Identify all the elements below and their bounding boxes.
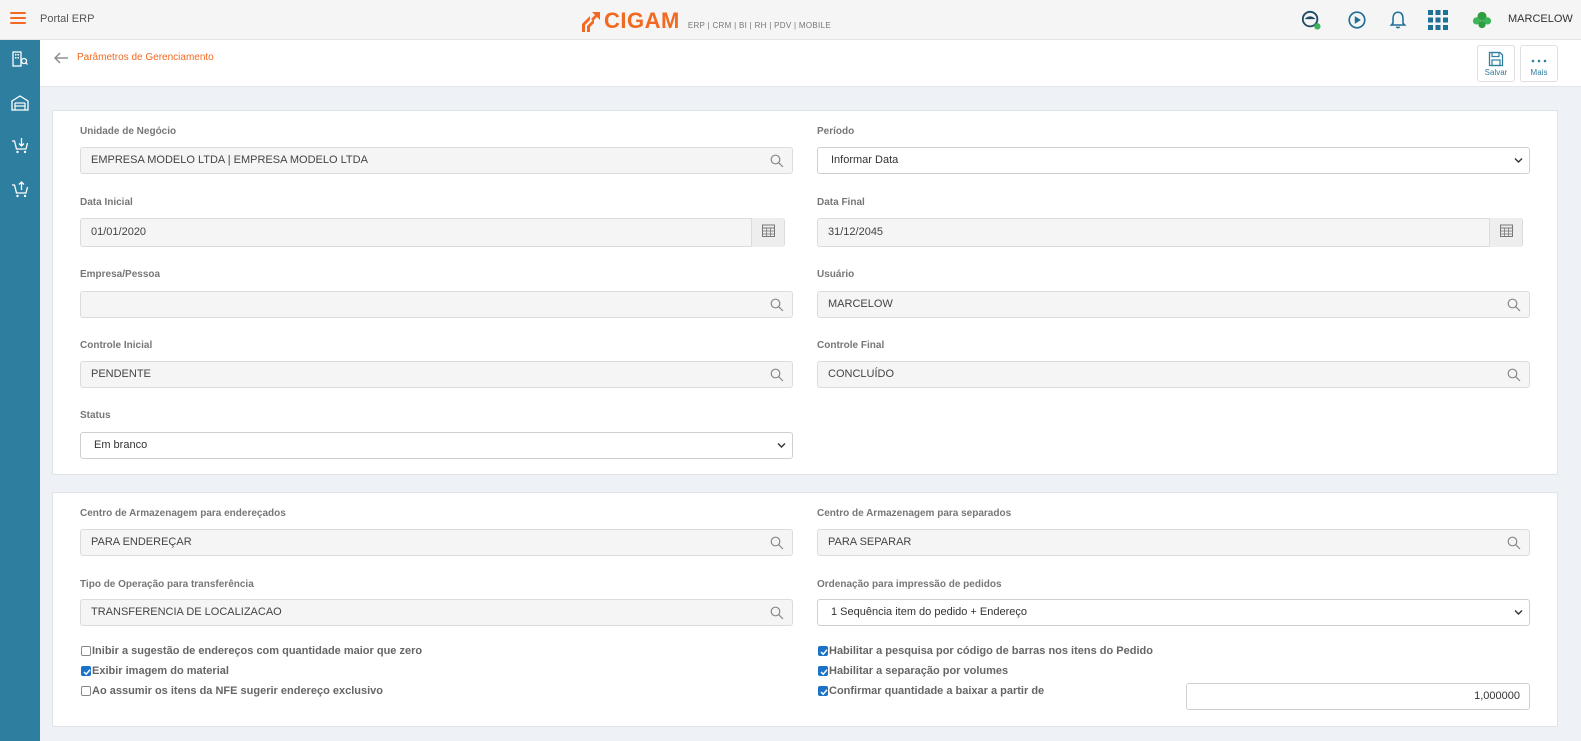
checkbox-checked[interactable] [818, 686, 828, 696]
status-select[interactable]: Em branco [80, 432, 793, 459]
more-button[interactable]: Mais [1520, 45, 1558, 82]
empresa-label: Empresa/Pessoa [80, 269, 161, 280]
data-inicial-label: Data Inicial [80, 197, 133, 208]
usuario-label: Usuário [817, 269, 855, 280]
apps-grid-icon[interactable] [1428, 10, 1448, 30]
controle-inicial-label: Controle Inicial [80, 340, 153, 351]
search-icon[interactable] [770, 154, 784, 168]
search-icon[interactable] [1507, 298, 1521, 312]
unidade-value: EMPRESA MODELO LTDA | EMPRESA MODELO LTD… [91, 154, 368, 166]
cart-download-icon[interactable] [11, 137, 29, 155]
brand-logo: CIGAM ERP | CRM | BI | RH | PDV | MOBILE [582, 8, 831, 32]
ordenacao-value: 1 Sequência item do pedido + Endereço [831, 606, 1028, 618]
checkbox-checked[interactable] [818, 666, 828, 676]
checkbox-label: Habilitar a separação por volumes [829, 665, 1009, 677]
search-icon[interactable] [770, 606, 784, 620]
unidade-label: Unidade de Negócio [80, 126, 177, 137]
calendar-icon [1500, 224, 1513, 237]
calendar-button[interactable] [751, 218, 784, 247]
controle-final-field[interactable]: CONCLUÍDO [817, 361, 1530, 388]
ordenacao-label: Ordenação para impressão de pedidos [817, 579, 1002, 590]
centro-separados-field[interactable]: PARA SEPARAR [817, 529, 1530, 556]
usuario-field[interactable]: MARCELOW [817, 291, 1530, 318]
calendar-button[interactable] [1489, 218, 1522, 247]
more-label: Mais [1530, 68, 1548, 77]
page-header: Parâmetros de Gerenciamento Salvar Mais [40, 40, 1581, 87]
periodo-label: Período [817, 126, 855, 137]
data-inicial-field[interactable]: 01/01/2020 [80, 218, 785, 247]
empresa-field[interactable] [80, 291, 793, 318]
bell-icon[interactable] [1388, 10, 1408, 30]
chevron-down-icon [777, 443, 786, 448]
save-button[interactable]: Salvar [1477, 45, 1515, 82]
status-value: Em branco [94, 439, 148, 451]
quantidade-input[interactable]: 1,000000 [1186, 683, 1530, 710]
data-final-label: Data Final [817, 197, 865, 208]
hamburger-menu-icon[interactable] [10, 12, 26, 26]
warehouse-icon[interactable] [11, 94, 29, 112]
user-avatar-icon[interactable] [1472, 10, 1492, 30]
checkbox-checked[interactable] [81, 666, 91, 676]
settings-panel: Centro de Armazenagem para endereçados P… [52, 492, 1558, 727]
data-inicial-value: 01/01/2020 [91, 226, 147, 238]
play-circle-icon[interactable] [1347, 10, 1367, 30]
chevron-down-icon [1514, 610, 1523, 615]
centro-enderecados-field[interactable]: PARA ENDEREÇAR [80, 529, 793, 556]
app-title: Portal ERP [40, 13, 95, 25]
checkbox-label: Ao assumir os itens da NFE sugerir ender… [92, 685, 383, 697]
data-final-field[interactable]: 31/12/2045 [817, 218, 1523, 247]
controle-final-label: Controle Final [817, 340, 885, 351]
user-name[interactable]: MARCELOW [1508, 13, 1573, 25]
checkbox[interactable] [81, 646, 91, 656]
centro-enderecados-value: PARA ENDEREÇAR [91, 536, 192, 548]
centro-separados-value: PARA SEPARAR [828, 536, 912, 548]
centro-enderecados-label: Centro de Armazenagem para endereçados [80, 508, 286, 519]
chat-support-icon[interactable] [1301, 10, 1321, 30]
chevron-down-icon [1514, 158, 1523, 163]
unidade-field[interactable]: EMPRESA MODELO LTDA | EMPRESA MODELO LTD… [80, 147, 793, 174]
periodo-value: Informar Data [831, 154, 899, 166]
data-final-value: 31/12/2045 [828, 226, 884, 238]
status-label: Status [80, 410, 111, 421]
cart-upload-icon[interactable] [11, 181, 29, 199]
controle-inicial-field[interactable]: PENDENTE [80, 361, 793, 388]
controle-final-value: CONCLUÍDO [828, 368, 895, 380]
back-arrow-icon[interactable] [53, 51, 69, 65]
checkbox-label: Exibir imagem do material [92, 665, 229, 677]
periodo-select[interactable]: Informar Data [817, 147, 1530, 174]
search-icon[interactable] [770, 298, 784, 312]
checkbox-checked[interactable] [818, 646, 828, 656]
search-icon[interactable] [1507, 536, 1521, 550]
brand-name: CIGAM [604, 8, 680, 33]
page-title: Parâmetros de Gerenciamento [77, 52, 214, 63]
checkbox-label: Confirmar quantidade a baixar a partir d… [829, 685, 1045, 697]
save-icon [1488, 51, 1504, 67]
tipo-operacao-label: Tipo de Operação para transferência [80, 579, 254, 590]
more-dots-icon [1531, 59, 1547, 63]
centro-separados-label: Centro de Armazenagem para separados [817, 508, 1012, 519]
calendar-icon [762, 224, 775, 237]
checkbox-label: Habilitar a pesquisa por código de barra… [829, 645, 1153, 657]
usuario-value: MARCELOW [828, 298, 893, 310]
search-icon[interactable] [1507, 368, 1521, 382]
filters-panel: Unidade de Negócio EMPRESA MODELO LTDA |… [52, 110, 1558, 475]
cigam-logo-icon [582, 12, 600, 32]
checkbox[interactable] [81, 686, 91, 696]
save-label: Salvar [1484, 68, 1508, 77]
search-icon[interactable] [770, 368, 784, 382]
tipo-operacao-field[interactable]: TRANSFERENCIA DE LOCALIZACAO [80, 599, 793, 626]
building-search-icon[interactable] [11, 50, 29, 68]
top-bar: Portal ERP CIGAM ERP | CRM | BI | RH | P… [0, 0, 1581, 40]
controle-inicial-value: PENDENTE [91, 368, 151, 380]
brand-modules: ERP | CRM | BI | RH | PDV | MOBILE [687, 21, 831, 30]
search-icon[interactable] [770, 536, 784, 550]
checkbox-label: Inibir a sugestão de endereços com quant… [92, 645, 423, 657]
tipo-operacao-value: TRANSFERENCIA DE LOCALIZACAO [91, 606, 282, 618]
sidebar [0, 40, 40, 741]
ordenacao-select[interactable]: 1 Sequência item do pedido + Endereço [817, 599, 1530, 626]
